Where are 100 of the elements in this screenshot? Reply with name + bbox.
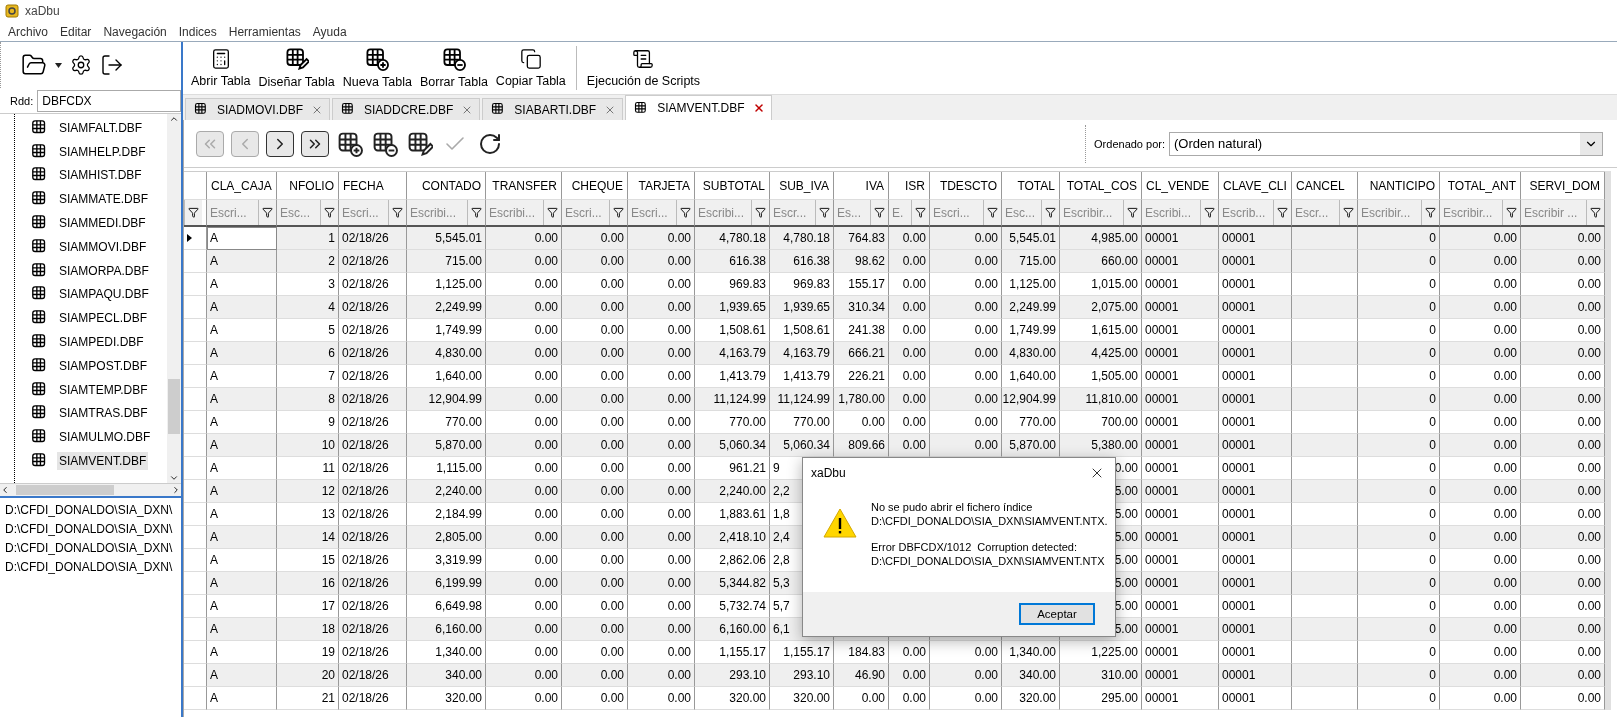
filter-button[interactable] (258, 200, 276, 225)
menu-item[interactable]: Archivo (2, 24, 54, 39)
scroll-right-icon[interactable] (171, 485, 181, 495)
caret-icon[interactable] (55, 62, 62, 68)
horizontal-scrollbar[interactable] (0, 484, 181, 498)
tree-item[interactable]: SIAMTEMP.DBF (57, 380, 150, 399)
close-icon[interactable] (752, 102, 765, 114)
scroll-down-icon[interactable] (169, 473, 179, 483)
filter-field[interactable]: Escribi... (695, 200, 751, 225)
order-select[interactable]: (Orden natural) (1169, 131, 1603, 156)
filter-button[interactable] (1041, 200, 1059, 225)
tree-item[interactable]: SIAMFALT.DBF (57, 118, 145, 137)
scrollbar[interactable] (167, 114, 181, 483)
filter-field[interactable]: Escribir ... (1521, 200, 1586, 225)
filter-button[interactable] (609, 200, 627, 225)
filter-button[interactable] (1273, 200, 1291, 225)
column-header[interactable]: FECHA (339, 172, 407, 200)
toolbar-button[interactable]: Ejecución de Scripts (582, 42, 705, 94)
column-header[interactable]: CHEQUE (562, 172, 628, 200)
filter-button[interactable] (184, 200, 202, 225)
column-header[interactable]: IVA (834, 172, 889, 200)
tree-item[interactable]: SIAMHIST.DBF (57, 166, 144, 185)
filter-button[interactable] (1421, 200, 1439, 225)
tab[interactable]: SIABARTI.DBF (482, 98, 624, 120)
tree-item[interactable]: SIAMHELP.DBF (57, 142, 148, 161)
tree-item[interactable]: SIAMMATE.DBF (57, 190, 151, 209)
column-header[interactable]: CONTADO (407, 172, 486, 200)
tab[interactable]: SIAMVENT.DBF (625, 95, 772, 120)
column-header[interactable]: SUB_IVA (770, 172, 834, 200)
exit-icon[interactable] (100, 53, 124, 77)
tree-item[interactable]: SIAMMOVI.DBF (57, 237, 149, 256)
tree-item[interactable]: SIAMPECL.DBF (57, 309, 150, 328)
scroll-left-icon[interactable] (0, 485, 10, 495)
column-header[interactable]: SERVI_DOM (1521, 172, 1605, 200)
filter-field[interactable]: Escri... (930, 200, 983, 225)
next-button[interactable] (266, 130, 294, 157)
filter-field[interactable]: Escribir... (1060, 200, 1123, 225)
path-item[interactable]: D:\CFDI_DONALDO\SIA_DXN\ (5, 521, 181, 538)
menu-item[interactable]: Herramientas (222, 24, 307, 39)
scrollbar-thumb[interactable] (168, 379, 180, 434)
filter-button[interactable] (911, 200, 929, 225)
rdd-select[interactable]: DBFCDX (37, 89, 181, 112)
last-button[interactable] (301, 130, 329, 157)
tree-item[interactable]: SIAMORPA.DBF (57, 261, 151, 280)
filter-button[interactable] (1502, 200, 1520, 225)
tab[interactable]: SIADDCRE.DBF (332, 98, 481, 120)
column-header[interactable]: CLAVE_CLI (1219, 172, 1292, 200)
column-header[interactable]: CANCEL (1292, 172, 1358, 200)
filter-field[interactable]: Esc... (277, 200, 320, 225)
filter-button[interactable] (983, 200, 1001, 225)
filter-field[interactable]: Esc... (1002, 200, 1041, 225)
delete-button[interactable] (371, 130, 399, 157)
path-item[interactable]: D:\CFDI_DONALDO\SIA_DXN\ (5, 502, 181, 519)
menu-item[interactable]: Editar (54, 24, 98, 39)
toolbar-button[interactable]: Nueva Tabla (338, 42, 416, 94)
toolbar-button[interactable]: Diseñar Tabla (254, 42, 339, 94)
filter-button[interactable] (1586, 200, 1604, 225)
filter-button[interactable] (388, 200, 406, 225)
filter-field[interactable]: Escribir... (1440, 200, 1502, 225)
filter-field[interactable]: Escrib... (1219, 200, 1273, 225)
filter-field[interactable]: Escribi... (1142, 200, 1200, 225)
tree-item[interactable]: SIAMMEDI.DBF (57, 214, 148, 233)
menu-item[interactable]: Ayuda (306, 24, 353, 39)
filter-button[interactable] (1339, 200, 1357, 225)
row-header[interactable] (184, 227, 207, 250)
filter-field[interactable]: Escribir... (1358, 200, 1421, 225)
column-header[interactable]: TARJETA (628, 172, 695, 200)
toolbar-button[interactable]: Abrir Tabla (187, 42, 255, 94)
column-header[interactable]: NANTICIPO (1358, 172, 1440, 200)
column-header[interactable]: CL_VENDE (1142, 172, 1219, 200)
insert-button[interactable] (336, 130, 364, 157)
filter-field[interactable]: Escri... (628, 200, 676, 225)
filter-button[interactable] (1123, 200, 1141, 225)
filter-button[interactable] (815, 200, 833, 225)
filter-field[interactable]: Escri... (339, 200, 388, 225)
tab[interactable]: SIADMOVI.DBF (185, 98, 330, 120)
filter-field[interactable]: Escribi... (407, 200, 467, 225)
filter-button[interactable] (320, 200, 338, 225)
path-item[interactable]: D:\CFDI_DONALDO\SIA_DXN\ (5, 559, 181, 576)
filter-field[interactable]: Escr... (770, 200, 815, 225)
path-item[interactable]: D:\CFDI_DONALDO\SIA_DXN\ (5, 540, 181, 557)
accept-button[interactable]: Aceptar (1019, 603, 1095, 625)
column-header[interactable]: SUBTOTAL (695, 172, 770, 200)
tree-item[interactable]: SIAMTRAS.DBF (57, 404, 150, 423)
scroll-up-icon[interactable] (169, 114, 179, 124)
filter-button[interactable] (751, 200, 769, 225)
filter-button[interactable] (1200, 200, 1218, 225)
settings-icon[interactable] (70, 54, 92, 76)
edit-button[interactable] (406, 130, 434, 157)
filter-button[interactable] (467, 200, 485, 225)
filter-button[interactable] (870, 200, 888, 225)
filter-field[interactable]: E. (889, 200, 911, 225)
tree-item[interactable]: SIAMPEDI.DBF (57, 333, 146, 352)
filter-button[interactable] (676, 200, 694, 225)
filter-button[interactable] (543, 200, 561, 225)
filter-field[interactable]: Es... (834, 200, 870, 225)
toolbar-button[interactable]: Copiar Tabla (491, 42, 570, 94)
tree-item[interactable]: SIAMVENT.DBF (57, 452, 149, 471)
scrollbar-thumb[interactable] (16, 485, 114, 495)
menu-item[interactable]: Indices (172, 24, 223, 39)
